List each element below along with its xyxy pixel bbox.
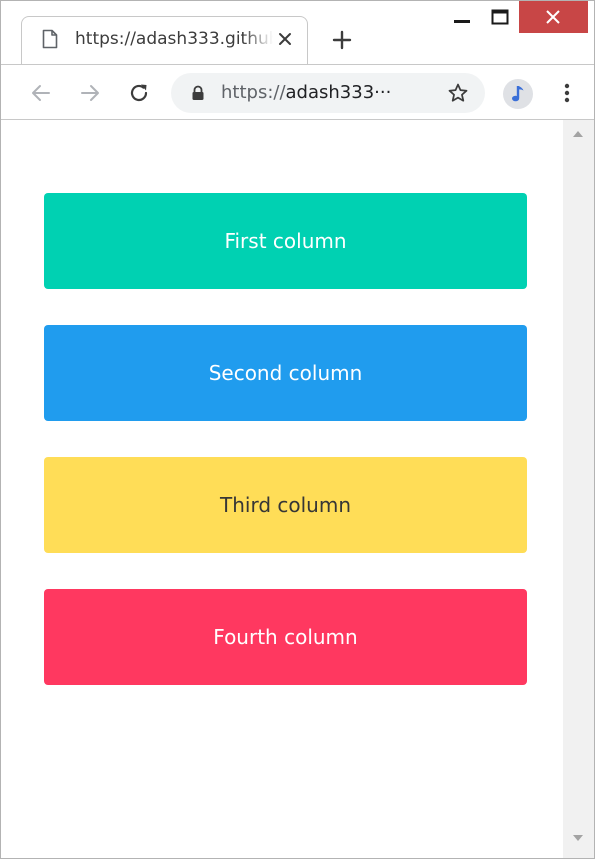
maximize-icon [491, 9, 509, 25]
tab-title: https://adash333.github.io [75, 29, 273, 49]
third-column-label: Third column [220, 493, 351, 517]
browser-tab[interactable]: https://adash333.github.io [21, 16, 308, 65]
new-tab-icon[interactable] [331, 29, 353, 51]
first-column-label: First column [224, 229, 347, 253]
music-note-icon [512, 86, 524, 102]
second-column-box: Second column [44, 325, 527, 421]
bookmark-star-icon[interactable] [447, 82, 469, 104]
page-viewport: First column Second column Third column … [1, 120, 563, 858]
tab-close-icon[interactable] [276, 30, 294, 48]
tab-strip: https://adash333.github.io [1, 1, 594, 65]
scroll-down-arrow-icon[interactable] [571, 832, 585, 844]
minimize-button[interactable] [443, 1, 481, 33]
minimize-icon [454, 20, 470, 23]
vertical-scrollbar[interactable] [563, 120, 594, 858]
profile-avatar-button[interactable] [503, 79, 533, 109]
lock-icon [192, 85, 204, 100]
address-url[interactable]: https://adash333··· [221, 82, 391, 103]
document-icon [42, 29, 58, 49]
url-scheme: https:// [221, 82, 286, 103]
more-menu-icon[interactable] [557, 81, 577, 105]
fourth-column-label: Fourth column [213, 625, 358, 649]
fourth-column-box: Fourth column [44, 589, 527, 685]
third-column-box: Third column [44, 457, 527, 553]
window-close-button[interactable] [519, 1, 588, 33]
maximize-button[interactable] [481, 1, 519, 33]
browser-toolbar: https://adash333··· [1, 64, 594, 120]
close-icon [546, 10, 560, 24]
reload-icon[interactable] [127, 81, 151, 105]
browser-window: https://adash333.github.io [0, 0, 595, 859]
second-column-label: Second column [208, 361, 363, 385]
url-host: adash333··· [285, 82, 392, 103]
back-arrow-icon[interactable] [29, 81, 53, 105]
first-column-box: First column [44, 193, 527, 289]
scroll-up-arrow-icon[interactable] [571, 128, 585, 140]
address-bar[interactable]: https://adash333··· [171, 73, 485, 113]
forward-arrow-icon[interactable] [78, 81, 102, 105]
